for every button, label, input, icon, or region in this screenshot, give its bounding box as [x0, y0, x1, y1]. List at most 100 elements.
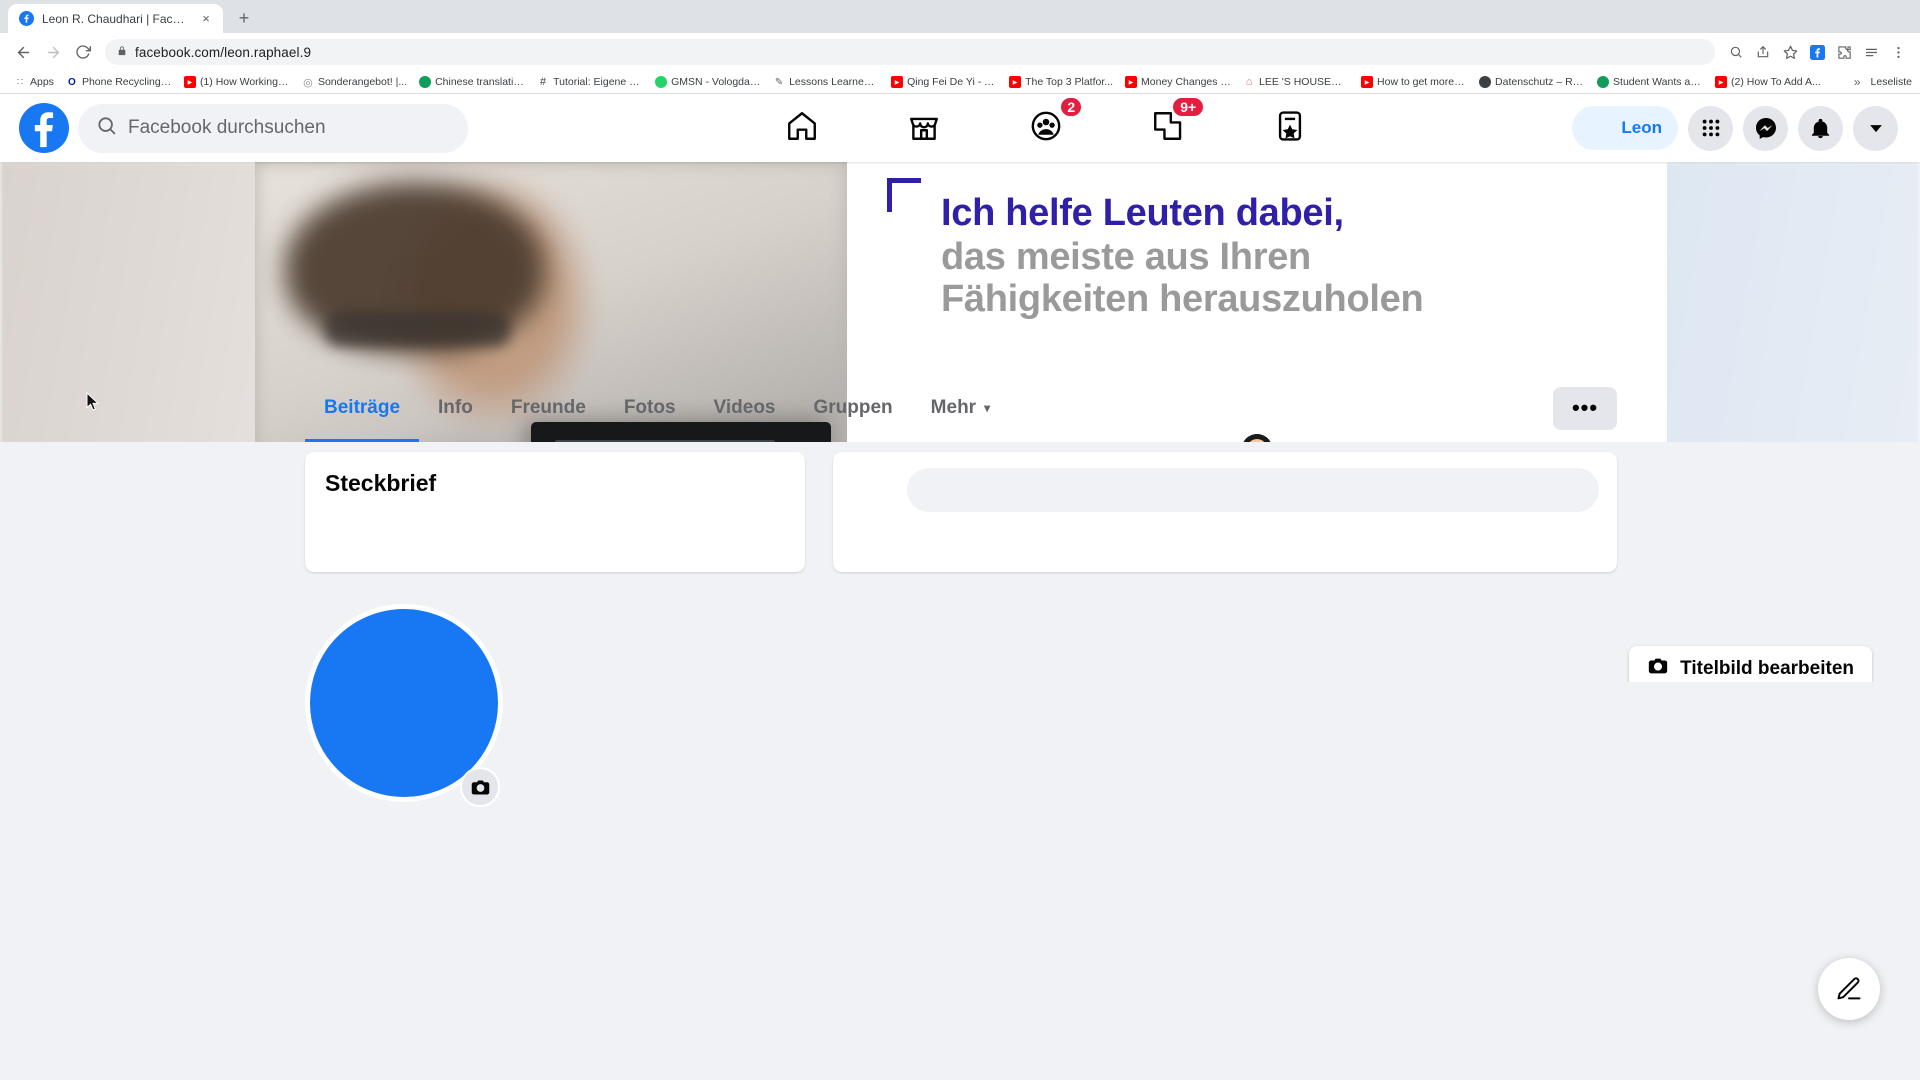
nav-item-pages[interactable] — [1259, 100, 1321, 156]
bookmark-item[interactable]: ∷ Apps — [8, 74, 60, 90]
bookmark-label: (1) How Working a... — [199, 76, 290, 88]
share-icon[interactable] — [1750, 39, 1776, 65]
bookmark-label: LEE 'S HOUSE—... — [1259, 76, 1350, 88]
facebook-logo[interactable] — [19, 103, 69, 153]
puzzle-icon[interactable] — [1831, 39, 1857, 65]
address-bar-url: facebook.com/leon.raphael.9 — [135, 44, 312, 60]
bookmarks-bar-right: » Leseliste — [1847, 75, 1912, 89]
shop-icon — [907, 109, 941, 148]
nav-item-home[interactable] — [771, 100, 833, 156]
nav-item-marketplace[interactable] — [893, 100, 955, 156]
search-box[interactable] — [78, 103, 468, 153]
tab-beitr-ge[interactable]: Beiträge — [305, 374, 420, 442]
back-icon[interactable] — [9, 38, 37, 66]
profile-more-options-button[interactable]: ••• — [1553, 386, 1617, 430]
bookmark-item[interactable]: # Tutorial: Eigene Fa... — [531, 74, 649, 90]
messenger-icon[interactable] — [1743, 105, 1788, 151]
browser-toolbar: facebook.com/leon.raphael.9 — [0, 33, 1920, 71]
browser-tabstrip: Leon R. Chaudhari | Facebook × + — [0, 0, 1920, 33]
browser-window: Leon R. Chaudhari | Facebook × + faceboo… — [0, 0, 1920, 1080]
avatar[interactable] — [851, 468, 895, 512]
bookmark-item[interactable]: O Phone Recycling,... — [60, 74, 178, 90]
bookmark-label: The Top 3 Platfor... — [1025, 76, 1114, 88]
cover-headline-line1: Ich helfe Leuten dabei, — [941, 192, 1344, 234]
browser-tab[interactable]: Leon R. Chaudhari | Facebook × — [8, 4, 223, 33]
bookmark-item[interactable]: Chinese translatio... — [413, 74, 531, 90]
bookmark-label: Qing Fei De Yi - Y... — [907, 76, 998, 88]
nav-item-groups[interactable]: 2 — [1015, 96, 1084, 156]
compose-fab-button[interactable] — [1818, 958, 1880, 1020]
tab-info[interactable]: Info — [419, 374, 492, 442]
green-circle-icon — [1597, 76, 1610, 88]
nav-left-section — [0, 103, 520, 153]
bracket-top-left-decoration — [887, 178, 921, 212]
youtube-icon: ▶ — [183, 76, 196, 88]
tab-gruppen[interactable]: Gruppen — [795, 374, 912, 442]
bookmark-item[interactable]: ▶ (1) How Working a... — [178, 74, 296, 90]
bookmark-item[interactable]: ▶ How to get more v... — [1355, 74, 1473, 90]
bookmark-item[interactable]: GMSN - Vologda,... — [649, 74, 767, 90]
tab-fotos[interactable]: Fotos — [605, 374, 695, 442]
profile-pill[interactable]: Leon — [1572, 106, 1678, 150]
toolbar-right-actions — [1723, 39, 1911, 65]
bookmark-label: Lessons Learned f... — [789, 76, 880, 88]
bookmark-item[interactable]: ▶ Qing Fei De Yi - Y... — [885, 74, 1003, 90]
tab-mehr[interactable]: Mehr ▾ — [912, 374, 1009, 442]
nav-item-gaming[interactable]: 9+ — [1137, 96, 1206, 156]
camera-icon — [1647, 655, 1669, 682]
airbnb-icon: ⌂ — [1245, 76, 1253, 88]
post-composer-input[interactable] — [907, 468, 1599, 512]
intro-card: Steckbrief — [305, 452, 805, 572]
browser-menu-icon[interactable] — [1885, 39, 1911, 65]
bookmark-item[interactable]: ⌂ LEE 'S HOUSE—... — [1237, 74, 1355, 90]
profile-tabs: Beiträge Info Freunde Fotos Videos Gruppen Meh… — [255, 374, 1667, 442]
reload-icon[interactable] — [69, 38, 97, 66]
profile-pill-name: Leon — [1621, 118, 1662, 137]
edit-cover-photo-button[interactable]: Titelbild bearbeiten — [1629, 646, 1872, 682]
bookmark-label: Phone Recycling,... — [81, 76, 172, 88]
tab-label: Info — [438, 397, 473, 418]
search-input[interactable] — [128, 117, 450, 139]
nav-center-icons: 2 9+ — [520, 96, 1572, 156]
close-icon[interactable]: × — [198, 11, 214, 27]
address-bar[interactable]: facebook.com/leon.raphael.9 — [105, 39, 1715, 65]
bookmark-item[interactable]: ▶ Money Changes E... — [1119, 74, 1237, 90]
bookmark-label: Apps — [30, 76, 54, 88]
tab-label: Beiträge — [324, 397, 401, 418]
facebook-icon — [19, 11, 34, 26]
menu-grid-icon[interactable] — [1688, 105, 1733, 151]
mouse-cursor — [86, 392, 100, 411]
bookmark-label: Datenschutz – Re... — [1495, 76, 1586, 88]
facebook-extension-icon[interactable] — [1804, 39, 1830, 65]
bookmark-item[interactable]: Student Wants an... — [1591, 74, 1709, 90]
avatar — [1577, 110, 1612, 146]
tab-label: Fotos — [623, 397, 676, 418]
account-chevron-icon[interactable] — [1853, 105, 1898, 151]
tab-videos[interactable]: Videos — [695, 374, 795, 442]
bookmark-item[interactable]: ✎ Lessons Learned f... — [767, 74, 885, 90]
globe-icon: ◎ — [303, 76, 313, 89]
bookmark-item[interactable]: ▶ The Top 3 Platfor... — [1003, 74, 1119, 90]
reading-list-button[interactable]: Leseliste — [1871, 76, 1912, 88]
change-profile-photo-button[interactable] — [460, 767, 500, 807]
bookmark-item[interactable]: Datenschutz – Re... — [1473, 74, 1591, 90]
bookmark-item[interactable]: ◎ Sonderangebot! |... — [296, 74, 413, 90]
profile-content: Steckbrief — [255, 452, 1667, 572]
chevron-down-icon: ▾ — [984, 401, 991, 415]
notifications-icon[interactable] — [1798, 105, 1843, 151]
zoom-icon[interactable] — [1723, 39, 1749, 65]
pages-star-icon — [1273, 109, 1307, 148]
forward-icon[interactable] — [39, 38, 67, 66]
tab-label: Gruppen — [813, 397, 893, 418]
tab-freunde[interactable]: Freunde — [492, 374, 605, 442]
bookmark-star-icon[interactable] — [1777, 39, 1803, 65]
bookmark-label: (2) How To Add A... — [1731, 76, 1821, 88]
cover-headline-rest: das meiste aus Ihren Fähigkeiten herausz… — [941, 236, 1424, 320]
bookmark-item[interactable]: ▶ (2) How To Add A... — [1709, 74, 1827, 90]
list-extension-icon[interactable] — [1858, 39, 1884, 65]
bookmarks-overflow-icon[interactable]: » — [1854, 75, 1861, 89]
bookmark-label: GMSN - Vologda,... — [671, 76, 762, 88]
o2-icon: O — [68, 76, 76, 88]
facebook-top-nav: 2 9+ Leon — [0, 94, 1920, 162]
new-tab-button[interactable]: + — [230, 4, 258, 32]
